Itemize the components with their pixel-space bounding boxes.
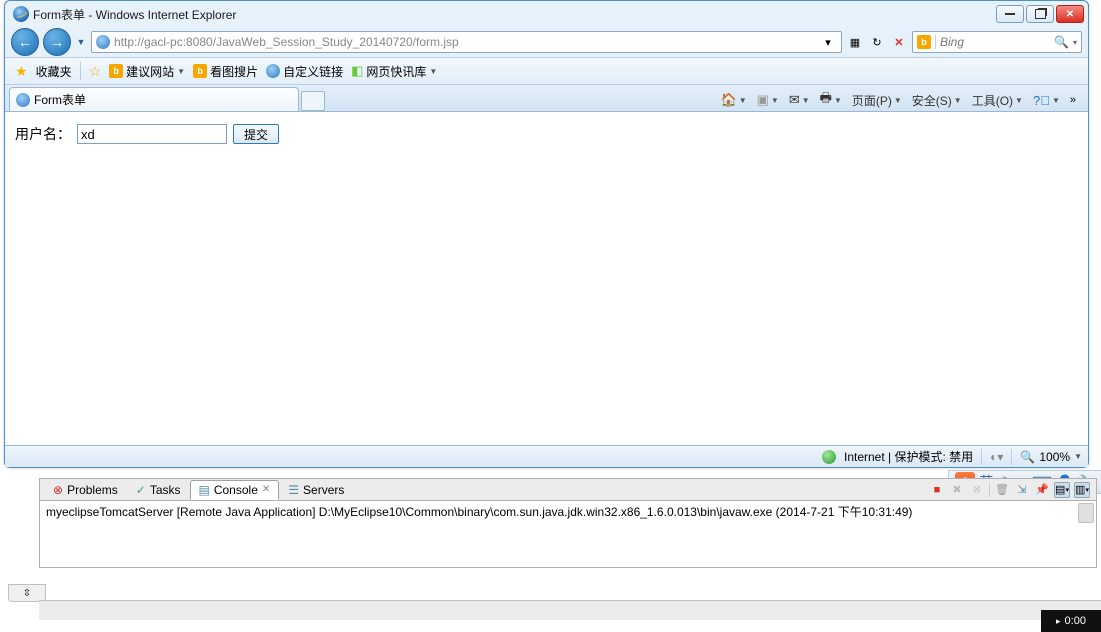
feeds-button[interactable]: ▣▼ [757, 92, 779, 108]
eclipse-panel: ⊗Problems ✓Tasks ▤Console✕ ☰Servers ■ ✖ … [39, 478, 1097, 568]
tab-problems[interactable]: ⊗Problems [44, 480, 127, 500]
submit-button[interactable]: 提交 [233, 124, 279, 144]
stop-button[interactable]: ✕ [890, 33, 908, 51]
bing-small-icon: b [109, 64, 123, 78]
zone-label: Internet | 保护模式: 禁用 [844, 448, 973, 465]
tab-servers[interactable]: ☰Servers [279, 480, 353, 500]
bing-small-icon: b [193, 64, 207, 78]
address-bar[interactable]: ▾ [91, 31, 842, 53]
tab-tasks[interactable]: ✓Tasks [127, 480, 190, 500]
page-icon [96, 35, 110, 49]
remove-all-button[interactable]: ⦻ [969, 482, 985, 498]
clear-console-button[interactable]: 🗑 [994, 482, 1010, 498]
rss-icon: ▣ [757, 92, 769, 108]
console-body: myeclipseTomcatServer [Remote Java Appli… [40, 501, 1096, 567]
refresh-button[interactable]: ↻ [868, 33, 886, 51]
favorites-bar: ★ 收藏夹 ☆ b建议网站▼ b看图搜片 自定义链接 ◧网页快讯库▼ [5, 57, 1088, 85]
taskbar-clock: 0:00 [1041, 610, 1101, 632]
zoom-icon: 🔍 [1020, 450, 1035, 464]
zone-icon [822, 450, 836, 464]
window-controls: ✕ [996, 5, 1084, 23]
print-icon: 🖶 [820, 89, 832, 111]
console-line: myeclipseTomcatServer [Remote Java Appli… [46, 503, 1090, 520]
help-icon: ?⃝ [1033, 93, 1050, 108]
home-icon: 🏠 [721, 92, 737, 108]
username-label: 用户名： [15, 124, 71, 144]
home-button[interactable]: 🏠▼ [721, 92, 747, 108]
ie-small-icon [266, 64, 280, 78]
nav-bar: ← → ▼ ▾ ▦ ↻ ✕ b Bing 🔍 ▾ [5, 27, 1088, 57]
tab-console[interactable]: ▤Console✕ [190, 480, 280, 500]
webslice-icon: ◧ [351, 63, 363, 79]
fav-suggested[interactable]: b建议网站▼ [109, 63, 185, 80]
page-content: 用户名： 提交 [5, 111, 1088, 445]
toolbar-overflow[interactable]: » [1070, 94, 1076, 106]
eclipse-tabs: ⊗Problems ✓Tasks ▤Console✕ ☰Servers ■ ✖ … [40, 479, 1096, 501]
tools-menu[interactable]: 工具(O)▼ [972, 92, 1023, 109]
username-input[interactable] [77, 124, 227, 144]
search-engine-label: Bing [940, 35, 1050, 49]
back-button[interactable]: ← [11, 28, 39, 56]
form: 用户名： 提交 [15, 124, 1078, 144]
fav-web-slices[interactable]: ◧网页快讯库▼ [351, 63, 437, 80]
fav-image-search[interactable]: b看图搜片 [193, 63, 258, 80]
add-favorite-icon[interactable]: ☆ [89, 63, 102, 80]
console-scrollbar[interactable] [1078, 503, 1094, 523]
search-box[interactable]: b Bing 🔍 ▾ [912, 31, 1082, 53]
nav-history-dropdown[interactable]: ▼ [75, 37, 87, 47]
compat-view-icon[interactable]: ▦ [846, 33, 864, 51]
forward-button[interactable]: → [43, 28, 71, 56]
tab-row: Form表单 🏠▼ ▣▼ ✉▼ 🖶▼ 页面(P)▼ 安全(S)▼ 工具(O)▼ … [5, 85, 1088, 111]
tab-active[interactable]: Form表单 [9, 87, 299, 111]
search-icon[interactable]: 🔍 [1054, 35, 1069, 49]
tab-title: Form表单 [34, 91, 86, 108]
safety-menu[interactable]: 安全(S)▼ [912, 92, 962, 109]
favorites-label[interactable]: 收藏夹 [36, 63, 72, 80]
pin-console-button[interactable]: 📌 [1034, 482, 1050, 498]
window-title: Form表单 - Windows Internet Explorer [33, 6, 236, 23]
remove-launch-button[interactable]: ✖ [949, 482, 965, 498]
favorites-star-icon[interactable]: ★ [15, 63, 28, 80]
close-tab-icon[interactable]: ✕ [262, 484, 270, 495]
eclipse-statusbar [39, 600, 1101, 620]
readmail-button[interactable]: ✉▼ [789, 92, 810, 108]
scroll-lock-button[interactable]: ⇲ [1014, 482, 1030, 498]
console-toolbar: ■ ✖ ⦻ 🗑 ⇲ 📌 ▤▾ ▥▾ [929, 482, 1096, 498]
command-bar: 🏠▼ ▣▼ ✉▼ 🖶▼ 页面(P)▼ 安全(S)▼ 工具(O)▼ ?⃝▼ » [721, 89, 1084, 111]
terminate-button[interactable]: ■ [929, 482, 945, 498]
maximize-button[interactable] [1026, 5, 1054, 23]
fav-custom-links[interactable]: 自定义链接 [266, 63, 343, 80]
zoom-control[interactable]: 🔍100%▼ [1020, 450, 1082, 464]
page-menu[interactable]: 页面(P)▼ [852, 92, 902, 109]
tab-favicon [16, 93, 30, 107]
print-button[interactable]: 🖶▼ [820, 89, 842, 111]
close-button[interactable]: ✕ [1056, 5, 1084, 23]
minimize-button[interactable] [996, 5, 1024, 23]
url-input[interactable] [114, 35, 815, 49]
display-console-button[interactable]: ▤▾ [1054, 482, 1070, 498]
open-console-button[interactable]: ▥▾ [1074, 482, 1090, 498]
ie-icon [13, 6, 29, 22]
help-button[interactable]: ?⃝▼ [1033, 93, 1060, 108]
title-bar: Form表单 - Windows Internet Explorer ✕ [5, 1, 1088, 27]
mail-icon: ✉ [789, 92, 800, 108]
new-tab-button[interactable] [301, 91, 325, 111]
addr-dropdown[interactable]: ▾ [819, 33, 837, 51]
status-bar: Internet | 保护模式: 禁用 ◐▾ 🔍100%▼ [5, 445, 1088, 467]
bing-icon: b [917, 35, 931, 49]
ie-window: Form表单 - Windows Internet Explorer ✕ ← →… [4, 0, 1089, 468]
search-dropdown[interactable]: ▾ [1073, 38, 1077, 47]
protected-mode-toggle[interactable]: ◐▾ [990, 450, 1003, 464]
